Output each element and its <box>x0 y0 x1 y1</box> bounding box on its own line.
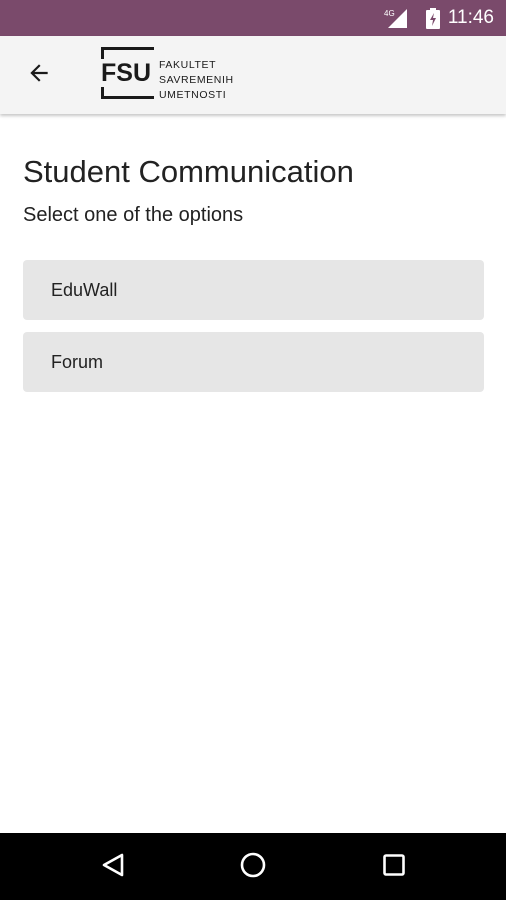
network-type-label: 4G <box>384 9 395 18</box>
nav-recents-button[interactable] <box>373 846 415 888</box>
option-label: Forum <box>51 351 104 372</box>
status-bar: 4G 11:46 <box>0 0 506 36</box>
app-bar: FSU FAKULTET SAVREMENIH UMETNOSTI <box>0 36 506 114</box>
recents-square-icon <box>382 853 406 882</box>
logo-name: FAKULTET SAVREMENIH UMETNOSTI <box>159 58 234 103</box>
option-eduwall-button[interactable]: EduWall <box>23 260 484 320</box>
back-triangle-icon <box>100 852 126 883</box>
option-forum-button[interactable]: Forum <box>23 332 484 392</box>
main-content: Student Communication Select one of the … <box>23 150 485 392</box>
back-button[interactable] <box>16 53 62 97</box>
fsu-logo: FSU FAKULTET SAVREMENIH UMETNOSTI <box>101 47 251 105</box>
status-time: 11:46 <box>447 7 494 28</box>
logo-line: UMETNOSTI <box>159 89 227 101</box>
nav-back-button[interactable] <box>92 846 134 888</box>
nav-home-button[interactable] <box>232 846 274 888</box>
logo-line: SAVREMENIH <box>159 74 234 86</box>
page-subtitle: Select one of the options <box>23 204 244 226</box>
arrow-left-icon <box>26 60 52 91</box>
signal-icon: 4G <box>384 7 408 34</box>
logo-line: FAKULTET <box>159 59 217 71</box>
option-label: EduWall <box>51 279 118 300</box>
options-list: EduWall Forum <box>23 260 485 392</box>
page-title: Student Communication <box>23 154 354 189</box>
logo-abbr: FSU <box>101 59 152 87</box>
home-circle-icon <box>239 851 267 884</box>
battery-icon <box>426 8 440 34</box>
navigation-bar <box>0 833 506 900</box>
